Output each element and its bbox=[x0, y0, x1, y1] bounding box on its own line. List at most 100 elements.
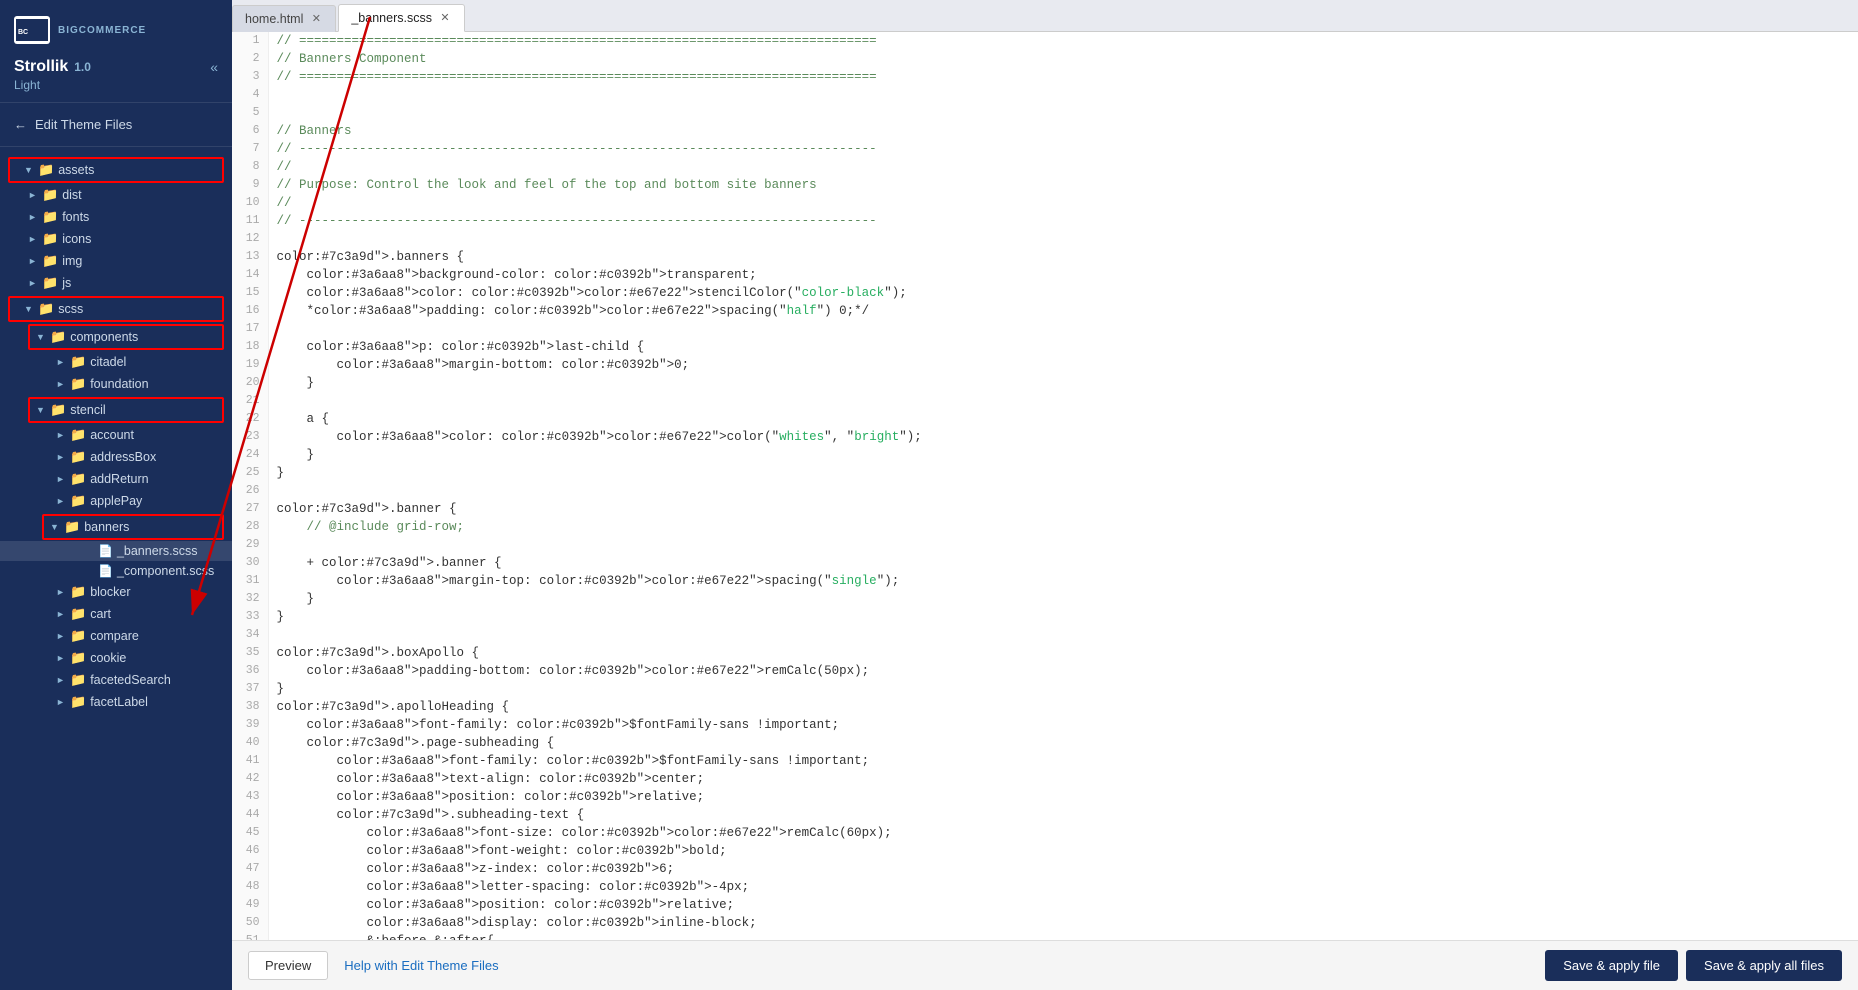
folder-dist[interactable]: ► 📁 dist bbox=[0, 184, 232, 206]
table-row: 48 color:#3a6aa8">letter-spacing: color:… bbox=[232, 878, 1858, 896]
line-code: } bbox=[268, 464, 1858, 482]
tab-home-html[interactable]: home.html ✕ bbox=[232, 5, 336, 32]
folder-icon: 📁 bbox=[70, 493, 86, 509]
line-code: } bbox=[268, 446, 1858, 464]
file-banners-scss[interactable]: ► 📄 _banners.scss bbox=[0, 541, 232, 561]
table-row: 43 color:#3a6aa8">position: color:#c0392… bbox=[232, 788, 1858, 806]
collapse-button[interactable]: « bbox=[210, 59, 218, 75]
close-tab-banners-scss[interactable]: ✕ bbox=[438, 11, 452, 25]
theme-name-row: Strollik 1.0 « bbox=[14, 58, 218, 76]
edit-theme-link[interactable]: ← Edit Theme Files bbox=[14, 113, 218, 136]
table-row: 8// bbox=[232, 158, 1858, 176]
close-tab-home-html[interactable]: ✕ bbox=[309, 12, 323, 26]
chevron-right-icon: ► bbox=[56, 631, 66, 641]
folder-components[interactable]: ▼ 📁 components bbox=[30, 326, 222, 348]
folder-cart[interactable]: ► 📁 cart bbox=[0, 603, 232, 625]
folder-citadel[interactable]: ► 📁 citadel bbox=[0, 351, 232, 373]
line-code: + color:#7c3a9d">.banner { bbox=[268, 554, 1858, 572]
folder-icon: 📁 bbox=[70, 606, 86, 622]
code-table: 1// ====================================… bbox=[232, 32, 1858, 940]
sidebar: BC BIGCOMMERCE Strollik 1.0 « Light ← Ed… bbox=[0, 0, 232, 990]
line-code: color:#7c3a9d">.banner { bbox=[268, 500, 1858, 518]
table-row: 24 } bbox=[232, 446, 1858, 464]
line-number: 51 bbox=[232, 932, 268, 940]
theme-light: Light bbox=[14, 78, 218, 92]
save-file-button[interactable]: Save & apply file bbox=[1545, 950, 1678, 981]
folder-facetedsearch[interactable]: ► 📁 facetedSearch bbox=[0, 669, 232, 691]
folder-applepay[interactable]: ► 📁 applePay bbox=[0, 490, 232, 512]
tab-home-html-label: home.html bbox=[245, 12, 303, 26]
folder-account[interactable]: ► 📁 account bbox=[0, 424, 232, 446]
line-number: 45 bbox=[232, 824, 268, 842]
folder-fonts[interactable]: ► 📁 fonts bbox=[0, 206, 232, 228]
edit-theme-section[interactable]: ← Edit Theme Files bbox=[0, 103, 232, 147]
scss-file-icon: 📄 bbox=[98, 544, 113, 558]
folder-icon: 📁 bbox=[38, 301, 54, 317]
folder-blocker[interactable]: ► 📁 blocker bbox=[0, 581, 232, 603]
folder-icon: 📁 bbox=[42, 187, 58, 203]
folder-assets[interactable]: ▼ 📁 assets bbox=[10, 159, 222, 181]
table-row: 9// Purpose: Control the look and feel o… bbox=[232, 176, 1858, 194]
folder-addressbox[interactable]: ► 📁 addressBox bbox=[0, 446, 232, 468]
table-row: 34 bbox=[232, 626, 1858, 644]
line-number: 14 bbox=[232, 266, 268, 284]
line-number: 7 bbox=[232, 140, 268, 158]
line-code: // -------------------------------------… bbox=[268, 212, 1858, 230]
folder-compare[interactable]: ► 📁 compare bbox=[0, 625, 232, 647]
chevron-right-icon: ► bbox=[28, 212, 38, 222]
folder-icon: 📁 bbox=[70, 694, 86, 710]
chevron-right-icon: ► bbox=[56, 357, 66, 367]
table-row: 6// Banners bbox=[232, 122, 1858, 140]
line-number: 6 bbox=[232, 122, 268, 140]
chevron-right-icon: ► bbox=[28, 234, 38, 244]
folder-stencil[interactable]: ▼ 📁 stencil bbox=[30, 399, 222, 421]
table-row: 13color:#7c3a9d">.banners { bbox=[232, 248, 1858, 266]
line-code: // Banners Component bbox=[268, 50, 1858, 68]
line-number: 9 bbox=[232, 176, 268, 194]
folder-img[interactable]: ► 📁 img bbox=[0, 250, 232, 272]
folder-icon: 📁 bbox=[42, 231, 58, 247]
folder-icon: 📁 bbox=[42, 253, 58, 269]
line-code: // =====================================… bbox=[268, 32, 1858, 50]
line-code: color:#3a6aa8">position: color:#c0392b">… bbox=[268, 896, 1858, 914]
left-arrow-icon: ← bbox=[14, 117, 27, 132]
chevron-right-icon: ► bbox=[56, 474, 66, 484]
file-component-scss[interactable]: ► 📄 _component.scss bbox=[0, 561, 232, 581]
folder-blocker-label: blocker bbox=[90, 585, 130, 599]
line-number: 33 bbox=[232, 608, 268, 626]
line-code: color:#7c3a9d">.subheading-text { bbox=[268, 806, 1858, 824]
folder-js[interactable]: ► 📁 js bbox=[0, 272, 232, 294]
line-code: color:#3a6aa8">font-size: color:#c0392b"… bbox=[268, 824, 1858, 842]
preview-button[interactable]: Preview bbox=[248, 951, 328, 980]
line-number: 34 bbox=[232, 626, 268, 644]
chevron-down-icon: ▼ bbox=[36, 405, 46, 415]
tab-banners-scss[interactable]: _banners.scss ✕ bbox=[338, 4, 465, 32]
folder-dist-label: dist bbox=[62, 188, 81, 202]
table-row: 44 color:#7c3a9d">.subheading-text { bbox=[232, 806, 1858, 824]
code-editor[interactable]: 1// ====================================… bbox=[232, 32, 1858, 940]
logo-area: BC BIGCOMMERCE bbox=[14, 16, 218, 44]
line-number: 8 bbox=[232, 158, 268, 176]
line-code bbox=[268, 86, 1858, 104]
table-row: 51 &:before,&:after{ bbox=[232, 932, 1858, 940]
line-code: color:#3a6aa8">font-family: color:#c0392… bbox=[268, 752, 1858, 770]
help-link[interactable]: Help with Edit Theme Files bbox=[344, 958, 498, 973]
folder-foundation[interactable]: ► 📁 foundation bbox=[0, 373, 232, 395]
line-number: 47 bbox=[232, 860, 268, 878]
folder-icons-label: icons bbox=[62, 232, 91, 246]
folder-cookie[interactable]: ► 📁 cookie bbox=[0, 647, 232, 669]
folder-icons[interactable]: ► 📁 icons bbox=[0, 228, 232, 250]
table-row: 38color:#7c3a9d">.apolloHeading { bbox=[232, 698, 1858, 716]
folder-scss[interactable]: ▼ 📁 scss bbox=[10, 298, 222, 320]
line-code: color:#3a6aa8">display: color:#c0392b">i… bbox=[268, 914, 1858, 932]
chevron-right-icon: ► bbox=[56, 653, 66, 663]
save-all-button[interactable]: Save & apply all files bbox=[1686, 950, 1842, 981]
folder-addreturn[interactable]: ► 📁 addReturn bbox=[0, 468, 232, 490]
line-number: 3 bbox=[232, 68, 268, 86]
folder-facetlabel[interactable]: ► 📁 facetLabel bbox=[0, 691, 232, 713]
folder-banners[interactable]: ▼ 📁 banners bbox=[44, 516, 222, 538]
table-row: 3// ====================================… bbox=[232, 68, 1858, 86]
folder-icon: 📁 bbox=[64, 519, 80, 535]
table-row: 18 color:#3a6aa8">p: color:#c0392b">last… bbox=[232, 338, 1858, 356]
line-number: 18 bbox=[232, 338, 268, 356]
